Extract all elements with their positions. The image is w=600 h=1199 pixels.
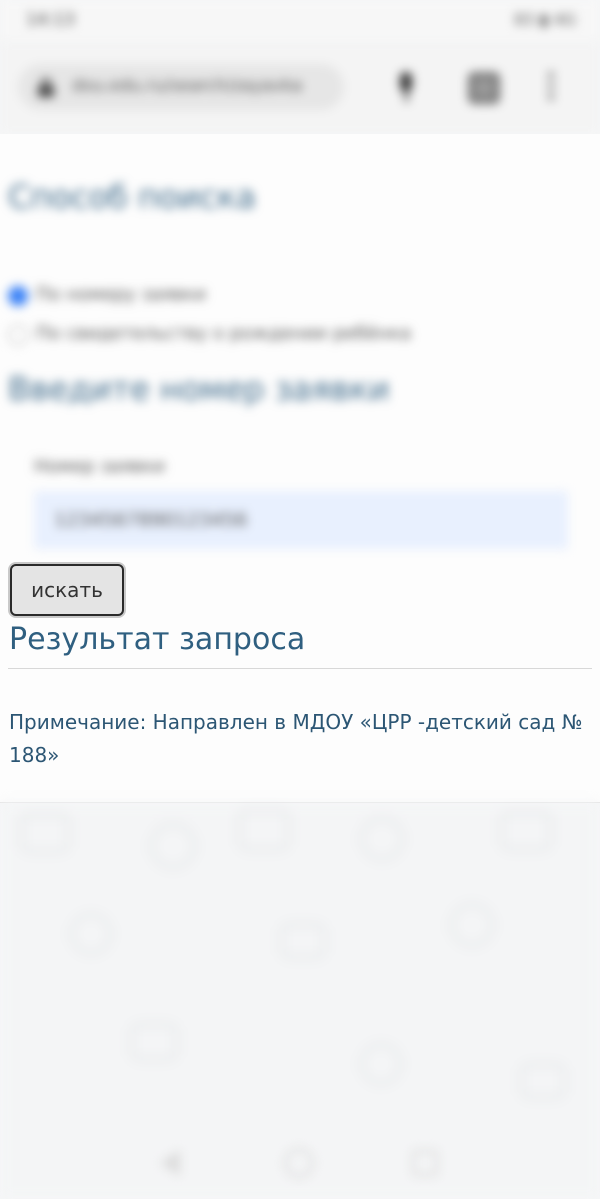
nav-home-icon[interactable] [284,1148,314,1178]
background-pattern-mark [360,817,404,861]
radio-unselected-icon[interactable] [8,325,28,345]
result-heading: Результат запроса [9,622,306,657]
status-indicators: 83 ▮ 4G [514,10,576,29]
application-number-label: Номер заявки [34,456,165,477]
address-bar[interactable]: dou.edu.ru/search/zayavka [18,64,344,110]
enter-number-heading: Введите номер заявки [8,370,390,408]
status-time: 14:13 [26,10,75,30]
background-pattern-mark [280,923,326,959]
radio-selected-icon[interactable] [8,286,28,306]
background-pattern-mark [20,813,70,853]
search-method-heading: Способ поиска [8,178,256,216]
background-pattern-mark [520,1063,566,1099]
result-note: Примечание: Направлен в МДОУ «ЦРР -детск… [9,710,583,767]
background-pattern-mark [500,811,552,851]
application-number-input[interactable]: 1234567890123456 [34,491,568,549]
browser-toolbar: dou.edu.ru/search/zayavka [0,42,600,134]
url-text: dou.edu.ru/search/zayavka [72,76,303,96]
nav-back-icon[interactable] [160,1150,180,1176]
background-pattern-mark [238,809,290,851]
status-bar: 14:13 83 ▮ 4G [0,0,600,42]
mic-icon[interactable] [396,72,416,106]
radio-label: По номеру заявки [36,284,207,305]
page-content: Способ поиска По номеру заявки По свидет… [0,134,600,803]
background-pattern-mark [70,913,112,955]
tabs-icon[interactable] [468,72,500,104]
search-button[interactable]: искать [10,564,124,616]
menu-icon[interactable] [547,72,555,104]
divider [8,668,592,669]
background-pattern-mark [450,903,494,947]
nav-recents-icon[interactable] [412,1150,438,1176]
application-number-value: 1234567890123456 [54,509,248,531]
lock-icon [38,78,54,97]
page-background [0,803,600,1199]
background-pattern-mark [130,1023,178,1061]
background-pattern-mark [360,1043,402,1085]
background-pattern-mark [150,823,196,869]
radio-label: По свидетельству о рождении ребёнка [36,323,412,344]
